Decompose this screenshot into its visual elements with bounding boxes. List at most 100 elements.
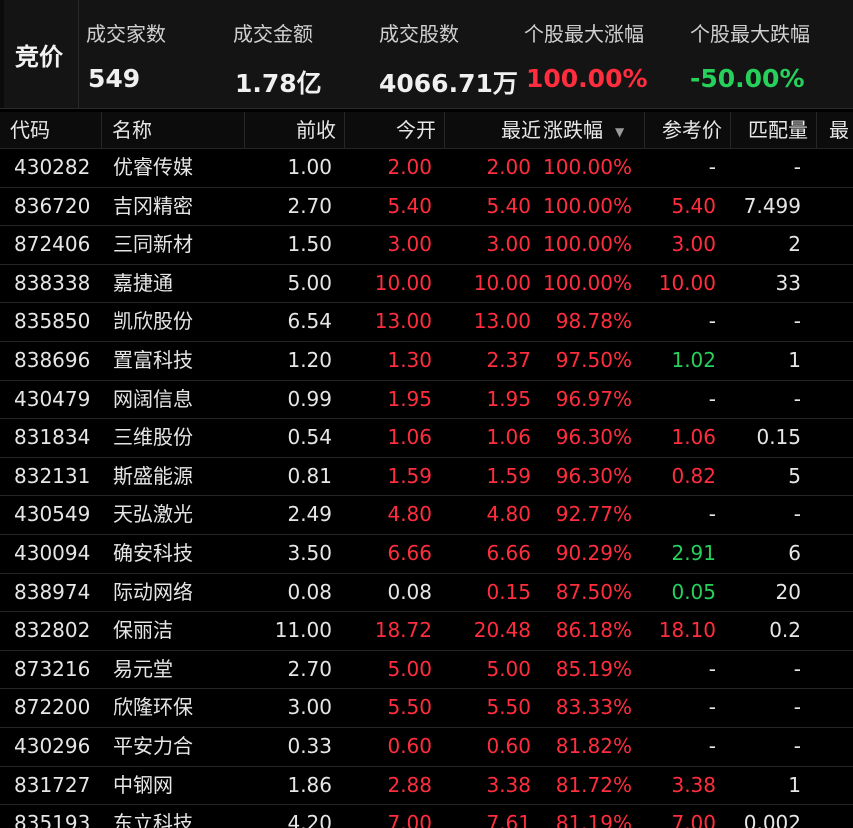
cell-code: 430282 [14,155,91,179]
cell-latest: 2.00 [486,155,531,179]
column-header-open[interactable]: 今开 [345,112,445,148]
stat-label: 成交金额 [233,22,313,46]
cell-prev-close: 2.70 [287,193,332,218]
cell-open: 0.60 [387,733,432,758]
table-row[interactable]: 838974 际动网络 0.08 0.08 0.15 87.50% 0.05 20 [0,572,853,612]
cell-latest: 10.00 [473,270,531,295]
cell-match-qty: 0.15 [756,425,801,450]
cell-name: 网阔信息 [113,386,193,411]
cell-open: 1.30 [387,347,432,372]
cell-prev-close: 0.08 [287,579,332,604]
table-row[interactable]: 831727 中钢网 1.86 2.88 3.38 81.72% 3.38 1 [0,765,853,805]
cell-open: 3.00 [387,232,432,257]
cell-latest: 0.15 [486,579,531,604]
cell-change-pct: 85.19% [555,656,632,681]
cell-code: 835193 [14,811,91,828]
cell-latest: 5.00 [486,656,531,681]
cell-code: 831727 [14,772,91,797]
table-row[interactable]: 430479 网阔信息 0.99 1.95 1.95 96.97% - - [0,379,853,419]
table-row[interactable]: 872406 三同新材 1.50 3.00 3.00 100.00% 3.00 2 [0,225,853,264]
cell-change-pct: 98.78% [555,309,632,334]
stat-label: 成交家数 [86,22,166,46]
cell-open: 7.00 [387,811,432,828]
cell-open: 2.88 [387,772,432,797]
cell-prev-close: 11.00 [274,618,332,643]
cell-change-pct: 86.18% [555,618,632,643]
column-header-change-pct[interactable]: 涨跌幅 [543,118,603,142]
sort-desc-icon[interactable]: ▼ [615,114,624,150]
table-row[interactable]: 835193 东立科技 4.20 7.00 7.61 81.19% 7.00 0.002 [0,804,853,828]
table-row[interactable]: 836720 吉冈精密 2.70 5.40 5.40 100.00% 5.40 7.499 [0,186,853,226]
cell-prev-close: 6.54 [287,309,332,334]
cell-change-pct: 90.29% [555,540,632,565]
cell-latest: 20.48 [473,618,531,643]
column-header-prev-close[interactable]: 前收 [245,112,345,148]
cell-ref-price: 2.91 [671,540,716,565]
table-row[interactable]: 873216 易元堂 2.70 5.00 5.00 85.19% - - [0,649,853,689]
cell-code: 430479 [14,386,91,411]
cell-ref-price: 3.38 [671,772,716,797]
column-header-name[interactable]: 名称 [102,112,245,148]
stat-label: 个股最大跌幅 [690,22,810,46]
table-row[interactable]: 832131 斯盛能源 0.81 1.59 1.59 96.30% 0.82 5 [0,456,853,496]
cell-latest: 1.06 [486,425,531,450]
cell-change-pct: 83.33% [555,695,632,720]
cell-open: 0.08 [387,579,432,604]
table-row[interactable]: 430549 天弘激光 2.49 4.80 4.80 92.77% - - [0,495,853,534]
cell-ref-price: 0.82 [671,463,716,488]
cell-code: 872200 [14,695,91,720]
auction-quote-panel: 竞价 成交家数 549 成交金额 1.78亿 成交股数 4066.71万 个股最… [0,0,853,828]
column-header-match-qty[interactable]: 匹配量 [731,112,817,148]
cell-ref-price: 18.10 [658,618,716,643]
cell-open: 1.06 [387,425,432,450]
auction-summary: 竞价 成交家数 549 成交金额 1.78亿 成交股数 4066.71万 个股最… [0,0,853,109]
cell-prev-close: 0.99 [287,386,332,411]
cell-name: 际动网络 [113,579,193,604]
cell-code: 872406 [14,232,91,257]
table-row[interactable]: 831834 三维股份 0.54 1.06 1.06 96.30% 1.06 0.15 [0,418,853,457]
table-header: 代码 名称 前收 今开 最近 涨跌幅 ▼ 参考价 匹配量 最 [0,112,853,148]
cell-match-qty: 7.499 [743,193,801,218]
cell-match-qty: 1 [788,347,801,372]
column-header-code[interactable]: 代码 [0,112,102,148]
cell-prev-close: 1.00 [287,155,332,179]
cell-latest: 1.59 [486,463,531,488]
cell-prev-close: 0.54 [287,425,332,450]
column-header-overflow[interactable]: 最 [817,112,853,148]
table-row[interactable]: 430282 优睿传媒 1.00 2.00 2.00 100.00% - - [0,148,853,187]
cell-code: 430549 [14,502,91,527]
column-header-ref-price[interactable]: 参考价 [645,112,731,148]
stat-label: 成交股数 [379,22,459,46]
table-row[interactable]: 430094 确安科技 3.50 6.66 6.66 90.29% 2.91 6 [0,533,853,573]
auction-title: 竞价 [0,0,79,108]
cell-match-qty: 0.2 [769,618,801,643]
cell-ref-price: 1.02 [671,347,716,372]
cell-code: 836720 [14,193,91,218]
column-header-latest[interactable]: 最近 [445,112,541,148]
stat-value: 1.78亿 [235,69,322,98]
cell-prev-close: 4.20 [287,811,332,828]
cell-name: 三同新材 [113,232,193,257]
cell-match-qty: 2 [788,232,801,257]
table-row[interactable]: 838696 置富科技 1.20 1.30 2.37 97.50% 1.02 1 [0,340,853,380]
cell-name: 平安力合 [113,733,193,758]
cell-ref-price: - [708,695,716,720]
table-row[interactable]: 872200 欣隆环保 3.00 5.50 5.50 83.33% - - [0,688,853,727]
stat-value: 100.00% [526,64,648,93]
table-row[interactable]: 835850 凯欣股份 6.54 13.00 13.00 98.78% - - [0,302,853,341]
cell-match-qty: 20 [775,579,801,604]
cell-latest: 13.00 [473,309,531,334]
cell-match-qty: - [793,502,801,527]
table-row[interactable]: 838338 嘉捷通 5.00 10.00 10.00 100.00% 10.00 33 [0,263,853,303]
cell-latest: 3.38 [486,772,531,797]
cell-code: 873216 [14,656,91,681]
cell-change-pct: 96.30% [555,463,632,488]
quote-table-body: 430282 优睿传媒 1.00 2.00 2.00 100.00% - - 836720 吉冈精… [0,148,853,828]
table-row[interactable]: 832802 保丽洁 11.00 18.72 20.48 86.18% 18.10 0.2 [0,611,853,650]
cell-name: 嘉捷通 [113,270,173,295]
column-header-latest-change[interactable]: 最近 涨跌幅 ▼ [445,112,645,148]
table-row[interactable]: 430296 平安力合 0.33 0.60 0.60 81.82% - - [0,726,853,766]
cell-prev-close: 1.20 [287,347,332,372]
cell-ref-price: - [708,309,716,334]
cell-name: 斯盛能源 [113,463,193,488]
